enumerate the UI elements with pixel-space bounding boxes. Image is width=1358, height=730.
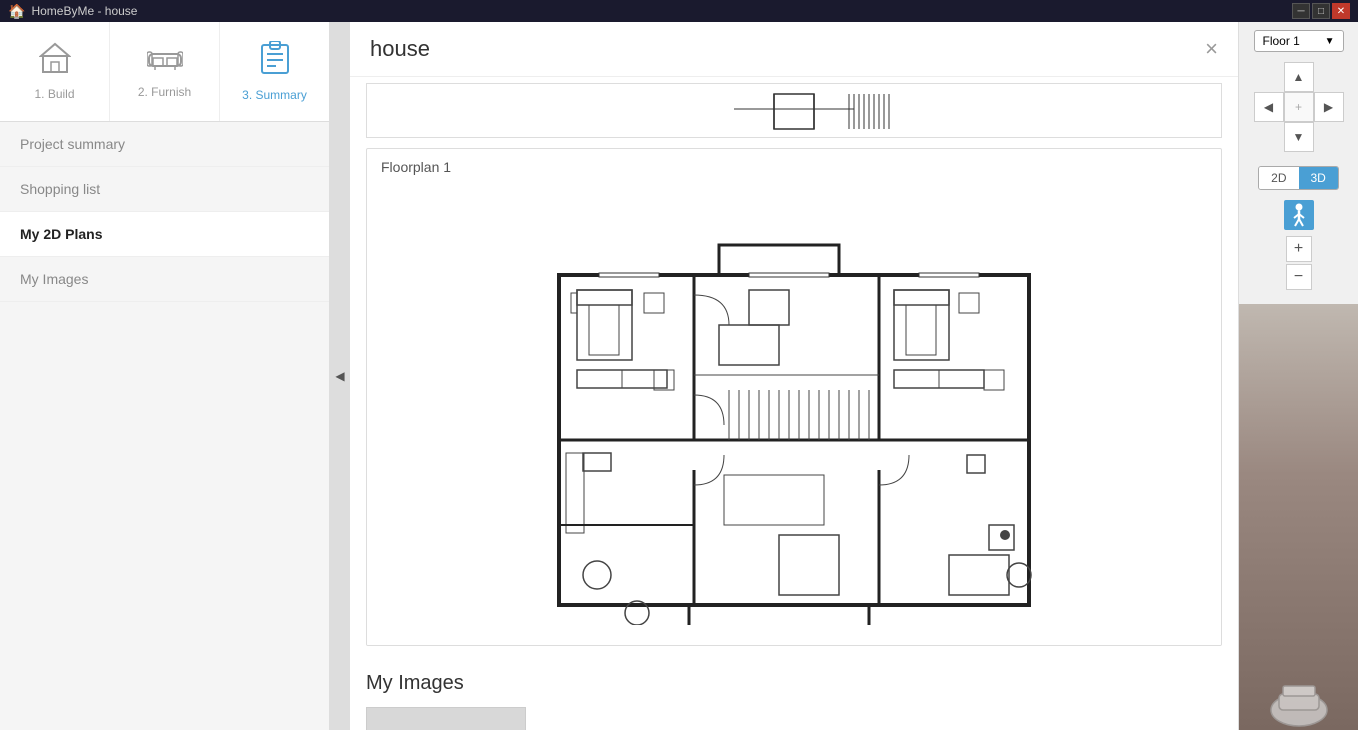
floor-dropdown-icon: ▼	[1325, 36, 1335, 47]
sidebar-collapse-button[interactable]: ◀	[330, 22, 350, 730]
nav-empty-br	[1314, 122, 1344, 152]
nav-down-button[interactable]: ▼	[1284, 122, 1314, 152]
tab-furnish-label: 2. Furnish	[138, 85, 191, 99]
window-controls[interactable]: ─ □ ✕	[1292, 3, 1350, 19]
floor-selector[interactable]: Floor 1 ▼	[1254, 30, 1344, 52]
3d-preview-area	[1239, 304, 1358, 730]
nav-right-button[interactable]: ▶	[1314, 92, 1344, 122]
nav-empty-bl	[1254, 122, 1284, 152]
right-panel: Floor 1 ▼ ▲ ◀ + ▶ ▼ 2D 3D	[1238, 22, 1358, 730]
furnish-icon	[147, 44, 183, 79]
dialog-title: house	[370, 36, 430, 62]
tab-summary-label: 3. Summary	[242, 88, 307, 102]
my-images-title: My Images	[366, 672, 1222, 695]
app-icon: 🏠	[8, 3, 25, 20]
view-2d-button[interactable]: 2D	[1259, 167, 1298, 189]
summary-icon	[260, 41, 290, 82]
build-icon	[39, 42, 71, 81]
title-bar: 🏠 HomeByMe - house ─ □ ✕	[0, 0, 1358, 22]
sidebar: 1. Build 2. Furnish	[0, 22, 330, 730]
tab-furnish[interactable]: 2. Furnish	[110, 22, 220, 121]
floorplan-label: Floorplan 1	[367, 149, 1221, 185]
nav-up-button[interactable]: ▲	[1284, 62, 1314, 92]
nav-arrows: ▲ ◀ + ▶ ▼	[1254, 62, 1344, 152]
images-row	[366, 707, 1222, 730]
zoom-out-button[interactable]: −	[1286, 264, 1312, 290]
nav-empty-tl	[1254, 62, 1284, 92]
dialog-close-button[interactable]: ×	[1205, 38, 1218, 60]
tab-build-label: 1. Build	[34, 87, 74, 101]
nav-tabs: 1. Build 2. Furnish	[0, 22, 329, 122]
nav-center-button[interactable]: +	[1284, 92, 1314, 122]
tab-build[interactable]: 1. Build	[0, 22, 110, 121]
sidebar-menu: Project summary Shopping list My 2D Plan…	[0, 122, 329, 730]
main-area: house ×	[350, 22, 1238, 730]
image-thumbnail-1[interactable]	[366, 707, 526, 730]
restore-button[interactable]: □	[1312, 3, 1330, 19]
dialog-header: house ×	[350, 22, 1238, 77]
app-container: 1. Build 2. Furnish	[0, 22, 1358, 730]
top-section-card	[366, 83, 1222, 138]
sidebar-item-project-summary[interactable]: Project summary	[0, 122, 329, 167]
sidebar-item-my-2d-plans[interactable]: My 2D Plans	[0, 212, 329, 257]
minimize-button[interactable]: ─	[1292, 3, 1310, 19]
view-toggle: 2D 3D	[1258, 166, 1339, 190]
zoom-in-button[interactable]: +	[1286, 236, 1312, 262]
sidebar-item-my-images[interactable]: My Images	[0, 257, 329, 302]
tab-summary[interactable]: 3. Summary	[220, 22, 329, 121]
view-3d-button[interactable]: 3D	[1299, 167, 1338, 189]
content-panel[interactable]: Floorplan 1	[350, 77, 1238, 730]
person-view-button[interactable]	[1284, 200, 1314, 230]
floorplan-image	[367, 185, 1221, 645]
my-images-section: My Images	[350, 656, 1238, 730]
window-title: HomeByMe - house	[31, 4, 137, 18]
nav-left-button[interactable]: ◀	[1254, 92, 1284, 122]
close-button[interactable]: ✕	[1332, 3, 1350, 19]
sidebar-item-shopping-list[interactable]: Shopping list	[0, 167, 329, 212]
3d-scene-hint	[1259, 650, 1339, 730]
floor-label: Floor 1	[1263, 34, 1300, 48]
floorplan-section: Floorplan 1	[366, 148, 1222, 646]
nav-empty-tr	[1314, 62, 1344, 92]
zoom-controls: + −	[1286, 236, 1312, 290]
